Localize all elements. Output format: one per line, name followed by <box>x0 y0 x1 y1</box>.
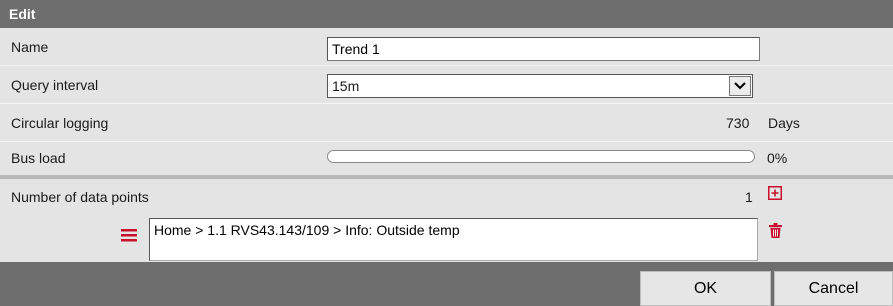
data-points-label: Number of data points <box>11 189 149 205</box>
bus-load-row: Bus load 0% <box>0 142 893 173</box>
circular-logging-label: Circular logging <box>11 114 109 131</box>
query-interval-value: 15m <box>332 78 360 94</box>
cancel-button[interactable]: Cancel <box>774 271 893 306</box>
trash-icon[interactable] <box>769 223 782 241</box>
query-interval-label: Query interval <box>11 76 99 93</box>
drag-handle-icon[interactable] <box>121 228 137 245</box>
name-row: Name <box>0 28 893 66</box>
data-points-row: Number of data points 1 <box>0 179 893 215</box>
data-points-count: 1 <box>745 189 753 205</box>
chevron-down-icon[interactable] <box>729 76 751 96</box>
add-box-icon[interactable] <box>768 186 782 203</box>
bus-load-progress <box>327 150 755 163</box>
bus-load-label: Bus load <box>11 149 66 166</box>
dialog-footer: OK Cancel <box>0 262 893 306</box>
circular-logging-unit: Days <box>768 114 800 131</box>
bus-load-value: 0% <box>767 149 788 166</box>
data-point-path[interactable]: Home > 1.1 RVS43.143/109 > Info: Outside… <box>149 218 758 261</box>
ok-button[interactable]: OK <box>640 271 771 306</box>
dialog-title: Edit <box>0 0 893 28</box>
name-label: Name <box>11 38 49 55</box>
query-interval-select[interactable]: 15m <box>327 74 753 98</box>
circular-logging-value: 730 <box>726 114 750 131</box>
circular-logging-row: Circular logging 730 Days <box>0 104 893 142</box>
data-point-item: Home > 1.1 RVS43.143/109 > Info: Outside… <box>0 215 893 262</box>
name-field[interactable] <box>327 37 760 61</box>
query-interval-row: Query interval 15m <box>0 66 893 104</box>
